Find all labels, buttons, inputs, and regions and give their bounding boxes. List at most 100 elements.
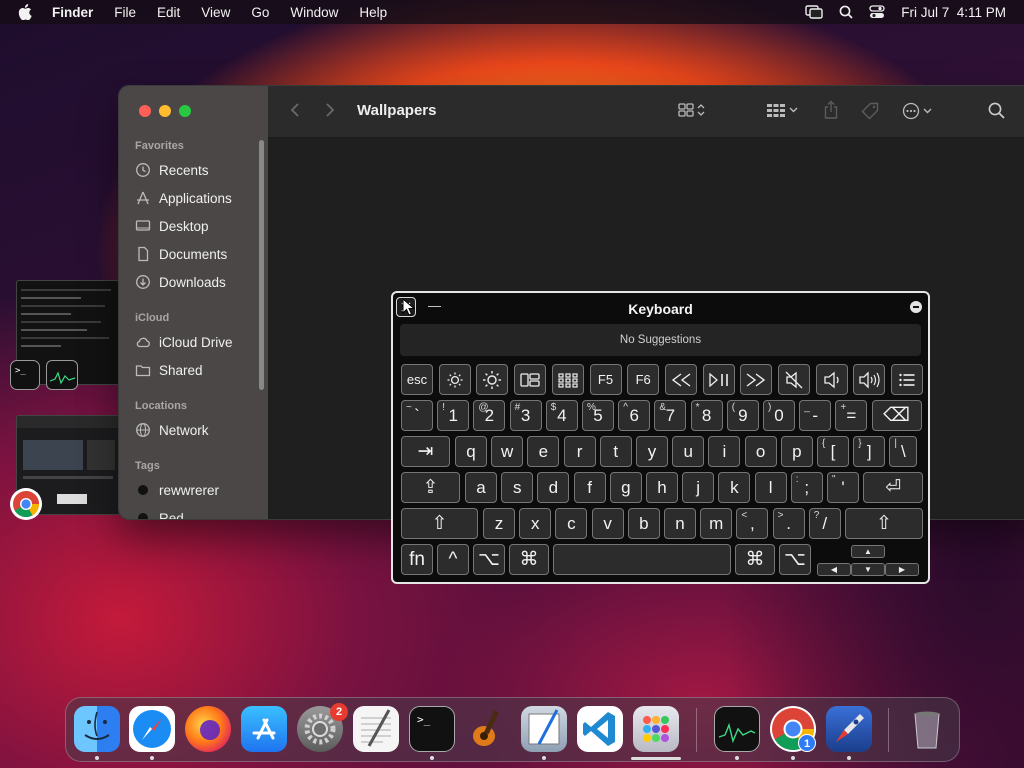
key-q-row-2[interactable]: w	[491, 436, 524, 467]
apple-menu-icon[interactable]	[18, 4, 36, 20]
key-a-row-4[interactable]: f	[573, 472, 606, 503]
key-q-row-3[interactable]: e	[527, 436, 560, 467]
dock-firefox[interactable]	[185, 706, 231, 752]
key-a-row-3[interactable]: d	[537, 472, 570, 503]
key-num-0[interactable]: ~ `	[401, 400, 433, 431]
key-z-row-6[interactable]: n	[664, 508, 696, 539]
spotlight-search-icon[interactable]	[839, 5, 853, 19]
key-rewind[interactable]	[664, 364, 697, 395]
menu-file[interactable]: File	[114, 5, 136, 20]
menu-help[interactable]: Help	[359, 5, 387, 20]
back-button[interactable]	[290, 102, 300, 118]
key-num-9[interactable]: (9	[726, 400, 759, 431]
key-q-row-0[interactable]: ⇥	[401, 436, 450, 467]
group-button[interactable]	[766, 102, 798, 118]
forward-button[interactable]	[325, 102, 335, 118]
key-bottom-3[interactable]: ⌘	[509, 544, 549, 575]
key-num-8[interactable]: * 8	[690, 400, 723, 431]
dock-launchpad[interactable]	[633, 706, 679, 752]
key-z-row-8[interactable]: <,	[736, 508, 769, 539]
dock-trash[interactable]	[904, 706, 950, 752]
sidebar-item-shared[interactable]: Shared	[135, 362, 203, 378]
sidebar-scrollbar[interactable]	[259, 140, 264, 390]
key-num-4[interactable]: $4	[545, 400, 578, 431]
sidebar-item-recents[interactable]: Recents	[135, 162, 209, 178]
key-mission-control[interactable]	[514, 364, 547, 395]
key-num-11[interactable]: _ -	[799, 400, 832, 431]
key-a-row-2[interactable]: s	[501, 472, 534, 503]
key-list[interactable]	[891, 364, 924, 395]
key-bottom-1[interactable]: ^	[437, 544, 469, 575]
key-a-row-10[interactable]: :;	[790, 472, 823, 503]
key-brightness-down[interactable]	[438, 364, 471, 395]
key-z-row-0[interactable]: ⇧	[401, 508, 478, 539]
key-q-row-10[interactable]: p	[780, 436, 813, 467]
keyboard-options-button[interactable]	[910, 301, 922, 313]
key-z-row-11[interactable]: ⇧	[845, 508, 923, 539]
key-q-row-4[interactable]: r	[563, 436, 596, 467]
key-num-3[interactable]: #3	[509, 400, 542, 431]
dock-app-store[interactable]	[241, 706, 287, 752]
menu-app-name[interactable]: Finder	[52, 5, 93, 20]
key-z-row-4[interactable]: v	[591, 508, 624, 539]
menu-window[interactable]: Window	[290, 5, 338, 20]
dock-terminal[interactable]: >_	[409, 706, 455, 752]
dock-activity-monitor[interactable]	[714, 706, 760, 752]
dock-finder[interactable]	[74, 706, 120, 752]
key-a-row-7[interactable]: j	[682, 472, 715, 503]
view-mode-button[interactable]	[678, 102, 705, 118]
key-bottom-5[interactable]: ⌘	[735, 544, 775, 575]
key-space[interactable]	[553, 544, 731, 575]
key-num-6[interactable]: ^ 6	[618, 400, 651, 431]
key-play-pause[interactable]	[702, 364, 735, 395]
key-esc[interactable]: esc	[401, 364, 433, 395]
menu-view[interactable]: View	[201, 5, 230, 20]
key-num-12[interactable]: + =	[835, 400, 868, 431]
key-q-row-5[interactable]: t	[599, 436, 632, 467]
key-arrow-down[interactable]: ▼	[851, 563, 885, 576]
key-z-row-7[interactable]: m	[700, 508, 733, 539]
key-bottom-6[interactable]: ⌥	[779, 544, 811, 575]
key-brightness-up[interactable]	[476, 364, 509, 395]
key-q-row-8[interactable]: i	[708, 436, 741, 467]
search-button[interactable]	[988, 102, 1005, 119]
screen-mirroring-icon[interactable]	[805, 5, 823, 19]
key-volume-up[interactable]	[853, 364, 886, 395]
key-num-5[interactable]: % 5	[582, 400, 614, 431]
key-bottom-0[interactable]: fn	[401, 544, 433, 575]
sidebar-item-tag-rewwrerer[interactable]: rewwrerer	[135, 482, 219, 498]
menu-edit[interactable]: Edit	[157, 5, 180, 20]
key-q-row-11[interactable]: {[	[817, 436, 849, 467]
terminal-app-icon[interactable]: >_	[10, 360, 40, 390]
key-launchpad[interactable]	[551, 364, 584, 395]
sidebar-item-documents[interactable]: Documents	[135, 246, 227, 262]
key-z-row-1[interactable]: z	[483, 508, 515, 539]
sidebar-item-downloads[interactable]: Downloads	[135, 274, 226, 290]
tag-button[interactable]	[861, 102, 879, 120]
sidebar-item-desktop[interactable]: Desktop	[135, 218, 209, 234]
key-a-row-9[interactable]: l	[754, 472, 787, 503]
key-arrow-up[interactable]: ▲	[851, 545, 885, 558]
key-f6[interactable]: F6	[627, 364, 660, 395]
dock-garageband[interactable]	[465, 706, 511, 752]
key-a-row-1[interactable]: a	[465, 472, 497, 503]
sidebar-item-network[interactable]: Network	[135, 422, 209, 438]
menu-clock[interactable]: Fri Jul 7 4:11 PM	[901, 5, 1006, 20]
key-q-row-7[interactable]: u	[672, 436, 705, 467]
key-num-13[interactable]: ⌫	[871, 400, 922, 431]
key-num-2[interactable]: @2	[473, 400, 506, 431]
dock-safari[interactable]	[129, 706, 175, 752]
key-fast-forward[interactable]	[740, 364, 773, 395]
control-center-icon[interactable]	[869, 5, 885, 19]
more-actions-button[interactable]	[902, 102, 932, 120]
dock-preview[interactable]	[521, 706, 567, 752]
activity-monitor-app-icon[interactable]	[46, 360, 78, 390]
key-a-row-5[interactable]: g	[609, 472, 642, 503]
key-arrow-right[interactable]: ▶	[885, 563, 919, 576]
key-a-row-12[interactable]: ⏎	[863, 472, 924, 503]
key-q-row-12[interactable]: }]	[853, 436, 886, 467]
key-z-row-2[interactable]: x	[519, 508, 552, 539]
dock-vscode[interactable]	[577, 706, 623, 752]
menu-go[interactable]: Go	[251, 5, 269, 20]
dock-rocketsim[interactable]	[826, 706, 872, 752]
